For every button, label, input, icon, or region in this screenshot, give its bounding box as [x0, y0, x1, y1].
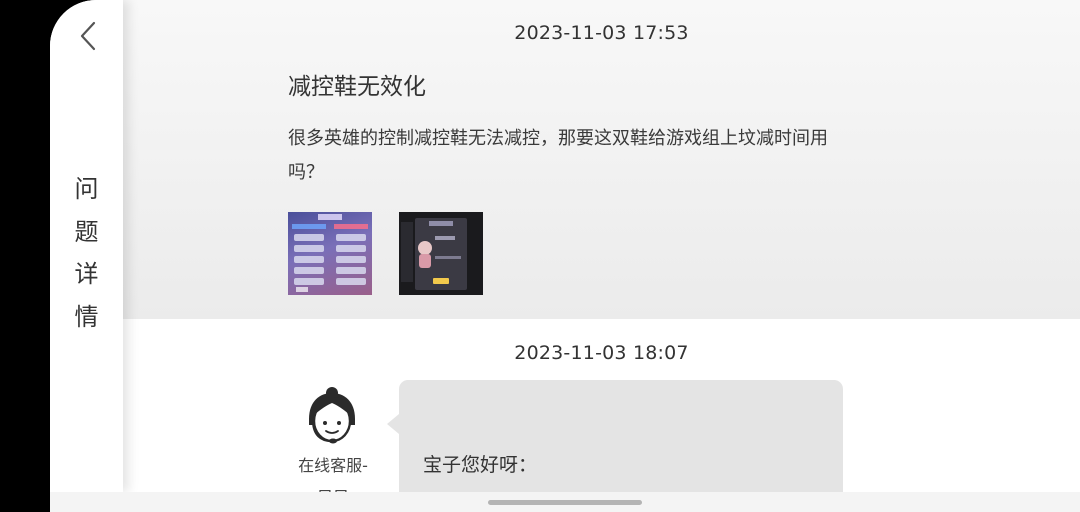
attachment-thumbnail-1[interactable]	[288, 212, 372, 295]
question-timestamp: 2023-11-03 17:53	[514, 22, 689, 44]
page-title-char: 情	[74, 302, 99, 331]
chevron-left-icon	[80, 21, 96, 51]
game-dialog-image	[401, 218, 467, 290]
home-indicator[interactable]	[488, 500, 642, 505]
reply-greeting: 宝子您好呀：	[423, 454, 538, 476]
game-scoreboard-image	[292, 214, 368, 292]
question-detail-panel: 问 题 详 情 2023-11-03 17:53 减控鞋无效化 很多英雄的控制减…	[50, 0, 1080, 512]
agent-avatar	[303, 385, 361, 445]
agent-name: 在线客服- 早早	[293, 450, 373, 492]
sidebar: 问 题 详 情	[50, 0, 123, 492]
reply-timestamp: 2023-11-03 18:07	[514, 342, 689, 364]
content-area[interactable]: 2023-11-03 17:53 减控鞋无效化 很多英雄的控制减控鞋无法减控，那…	[123, 0, 1080, 492]
page-title-char: 题	[74, 217, 99, 246]
system-navigation-bar	[50, 492, 1080, 512]
reply-bubble: 宝子您好呀：	[387, 380, 843, 492]
back-button[interactable]	[72, 18, 104, 54]
page-title-char: 详	[74, 260, 99, 288]
page-title: 问 题 详 情	[50, 168, 123, 338]
agent-name-line-1: 在线客服-	[298, 456, 368, 475]
question-body: 很多英雄的控制减控鞋无法减控，那要这双鞋给游戏组上坟减时间用吗？	[288, 128, 828, 183]
customer-service-agent-icon	[309, 387, 355, 444]
question-title: 减控鞋无效化	[288, 74, 426, 100]
attachment-thumbnail-2[interactable]	[399, 212, 483, 295]
page-title-char: 问	[74, 175, 99, 203]
